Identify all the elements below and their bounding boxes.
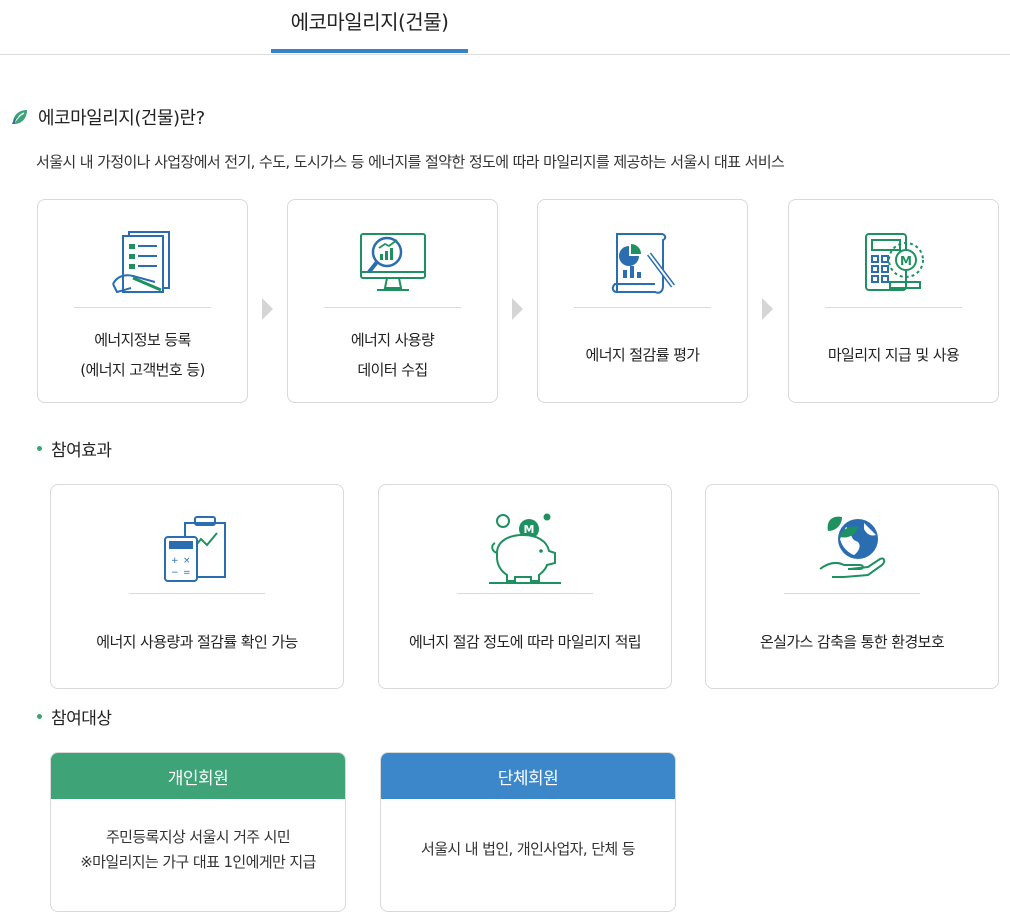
step-arrow-icon: [262, 298, 273, 320]
section-title-targets: 참여대상: [37, 704, 112, 729]
svg-text:=: =: [183, 568, 191, 578]
effects-title: 참여효과: [51, 441, 112, 461]
target-desc-line1: 주민등록지상 서울시 거주 시민: [105, 828, 291, 846]
targets-title: 참여대상: [51, 709, 112, 729]
intro-description: 서울시 내 가정이나 사업장에서 전기, 수도, 도시가스 등 에너지를 절약한…: [36, 153, 785, 171]
effect-card-mileage: M 에너지 절감 정도에 따라 마일리지 적립: [378, 484, 672, 689]
bullet-icon: [37, 714, 42, 719]
step-label-line1: 마일리지 지급 및 사용: [827, 346, 960, 364]
earth-hand-icon: [819, 516, 886, 578]
target-header-individual: 개인회원: [51, 753, 345, 799]
step-label-line2: 데이터 수집: [357, 361, 428, 379]
intro-title: 에코마일리지(건물)란?: [38, 108, 205, 129]
svg-text:M: M: [900, 254, 912, 268]
calculator-mileage-icon: M: [864, 233, 924, 291]
calculator-chart-icon: + × − =: [164, 516, 226, 582]
monitor-analytics-icon: [359, 233, 426, 291]
effect-label: 에너지 절감 정도에 따라 마일리지 적립: [408, 632, 642, 651]
step-card-mileage: M 마일리지 지급 및 사용: [788, 199, 999, 403]
target-card-individual: 개인회원 주민등록지상 서울시 거주 시민 ※마일리지는 가구 대표 1인에게만…: [50, 752, 346, 912]
effect-label: 온실가스 감축을 통한 환경보호: [759, 632, 945, 651]
step-card-register: 에너지정보 등록 (에너지 고객번호 등): [37, 199, 248, 403]
target-desc-line1: 서울시 내 법인, 개인사업자, 단체 등: [421, 840, 636, 858]
report-evaluation-icon: [611, 233, 675, 294]
step-label-line1: 에너지 사용량: [350, 331, 435, 349]
leaf-icon: [12, 110, 27, 124]
svg-text:×: ×: [183, 556, 191, 566]
section-title-intro: 에코마일리지(건물)란?: [10, 104, 205, 130]
tab-bar: [0, 0, 1010, 55]
step-card-collect: 에너지 사용량 데이터 수집: [287, 199, 498, 403]
bullet-icon: [37, 446, 42, 451]
document-register-icon: [111, 231, 170, 294]
svg-text:−: −: [171, 568, 179, 578]
svg-text:+: +: [171, 556, 179, 566]
step-label-line1: 에너지 절감률 평가: [585, 346, 701, 364]
effect-label: 에너지 사용량과 절감률 확인 가능: [96, 632, 298, 651]
tab-label: 에코마일리지(건물): [290, 10, 449, 34]
effect-card-usage: + × − = 에너지 사용량과 절감률 확인 가능: [50, 484, 344, 689]
active-tab-indicator: [271, 49, 468, 53]
step-label-line2: (에너지 고객번호 등): [80, 361, 205, 379]
effect-card-environment: 온실가스 감축을 통한 환경보호: [705, 484, 999, 689]
step-arrow-icon: [762, 298, 773, 320]
target-desc-line2: ※마일리지는 가구 대표 1인에게만 지급: [80, 853, 316, 871]
target-card-group: 단체회원 서울시 내 법인, 개인사업자, 단체 등: [380, 752, 676, 912]
tab-eco-mileage-building[interactable]: 에코마일리지(건물): [271, 0, 468, 54]
step-arrow-icon: [512, 298, 523, 320]
step-card-evaluate: 에너지 절감률 평가: [537, 199, 748, 403]
section-title-effects: 참여효과: [37, 436, 112, 461]
target-header-group: 단체회원: [381, 753, 675, 799]
step-label-line1: 에너지정보 등록: [94, 331, 191, 349]
piggy-bank-icon: M: [489, 513, 561, 584]
